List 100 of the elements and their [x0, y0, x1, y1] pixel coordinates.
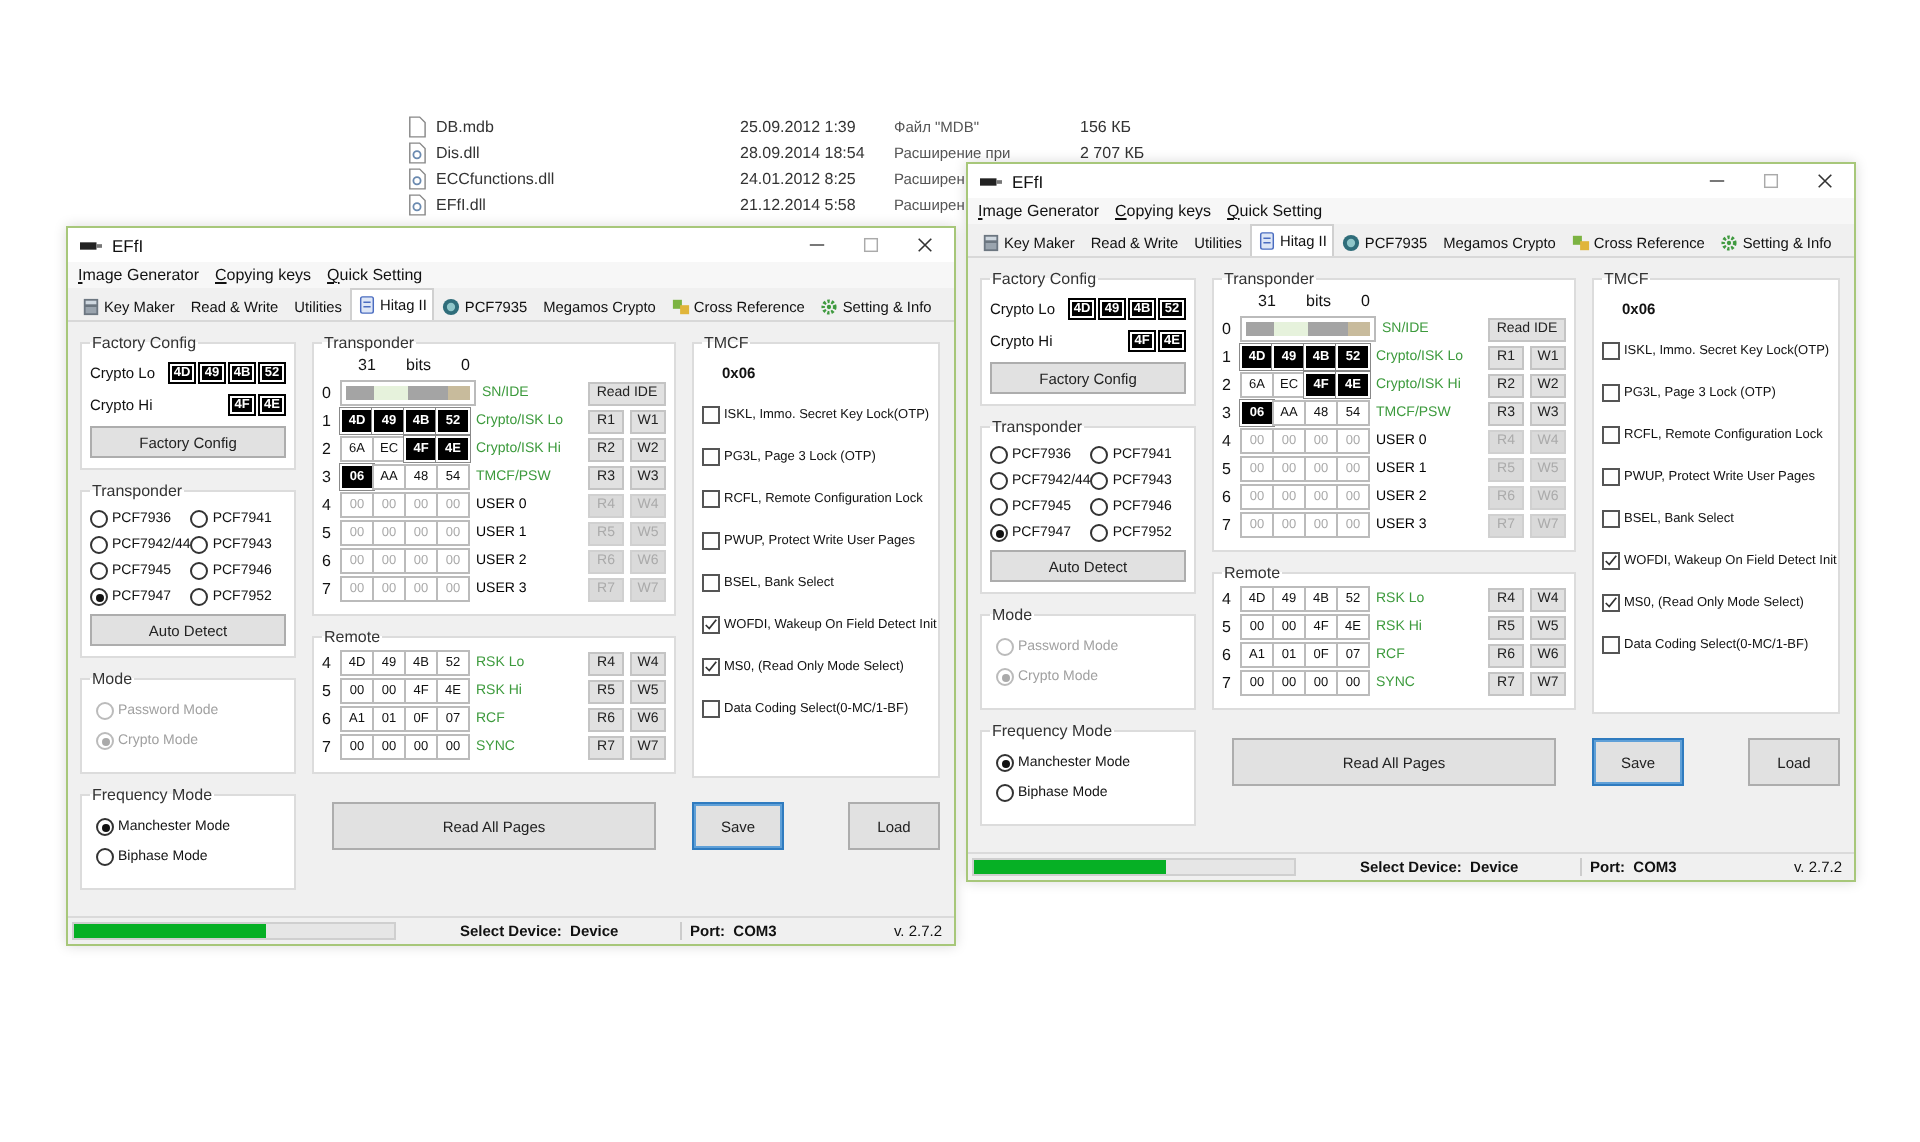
group-title: Mode — [90, 670, 135, 688]
radio-button[interactable] — [990, 498, 1008, 516]
gear-document-icon — [408, 168, 426, 190]
menu-item[interactable]: Quick Setting — [1227, 202, 1323, 220]
page-number: 5 — [1222, 460, 1233, 478]
group-title: Frequency Mode — [990, 722, 1115, 740]
radio-button[interactable] — [996, 754, 1014, 772]
menu-item[interactable]: Copying keys — [1115, 202, 1212, 220]
checkbox[interactable] — [1602, 426, 1620, 444]
group-title: Transponder — [1222, 270, 1317, 288]
page-number: 5 — [1222, 618, 1233, 636]
page-number: 0 — [1222, 320, 1233, 338]
page-number: 3 — [322, 468, 333, 486]
checkbox[interactable] — [702, 490, 720, 508]
radio-button[interactable] — [190, 562, 209, 580]
group-title: Remote — [1222, 564, 1283, 582]
page-number: 5 — [322, 524, 333, 542]
menu-item[interactable]: Quick Setting — [327, 266, 423, 284]
group-title: Frequency Mode — [90, 786, 215, 804]
app-icon — [80, 239, 102, 251]
group-title: Transponder — [90, 482, 185, 500]
gear-document-icon — [408, 194, 426, 216]
puzzle-icon — [1571, 234, 1590, 252]
checkbox[interactable] — [1602, 468, 1620, 486]
page-number: 1 — [1222, 348, 1233, 366]
checkbox[interactable] — [702, 700, 720, 718]
page-number: 7 — [322, 580, 333, 598]
gear-document-icon — [408, 142, 426, 164]
radio-button[interactable] — [990, 446, 1008, 464]
checkbox[interactable] — [702, 574, 720, 592]
group-title: TMCF — [1602, 270, 1651, 288]
bit-label: 31 — [1258, 292, 1276, 310]
file-date: 24.01.2012 8:25 — [740, 170, 856, 188]
page-number: 2 — [1222, 376, 1233, 394]
group-title: Transponder — [990, 418, 1085, 436]
group-title: TMCF — [702, 334, 751, 352]
checkbox[interactable] — [702, 616, 720, 634]
puzzle-icon — [671, 298, 690, 316]
card-icon — [357, 296, 376, 314]
page-number: 5 — [322, 682, 333, 700]
checkbox[interactable] — [702, 448, 720, 466]
menu-item[interactable]: Copying keys — [215, 266, 312, 284]
group-title: Factory Config — [90, 334, 199, 352]
radio-button[interactable] — [190, 588, 209, 606]
radio-button[interactable] — [96, 818, 114, 836]
page-number: 7 — [1222, 674, 1233, 692]
bit-label: 31 — [358, 356, 376, 374]
radio-button[interactable] — [1090, 446, 1109, 464]
checkbox[interactable] — [702, 532, 720, 550]
file-size: 2 707 КБ — [1080, 144, 1145, 162]
page-number: 0 — [322, 384, 333, 402]
page-number: 6 — [1222, 488, 1233, 506]
close-icon[interactable] — [916, 236, 934, 254]
file-name: Dis.dll — [436, 144, 480, 162]
radio-button[interactable] — [96, 848, 114, 866]
checkbox[interactable] — [1602, 552, 1620, 570]
gear-icon — [1720, 234, 1739, 252]
radio-button[interactable] — [1090, 524, 1109, 542]
window-title: EFfI — [112, 235, 144, 255]
bit-label: 0 — [1361, 292, 1370, 310]
calculator-icon — [82, 298, 100, 316]
page-number: 4 — [322, 496, 333, 514]
file-name: EFfI.dll — [436, 196, 486, 214]
radio-button[interactable] — [90, 536, 108, 554]
radio-button[interactable] — [190, 510, 209, 528]
file-date: 28.09.2014 18:54 — [740, 144, 865, 162]
radio-button[interactable] — [90, 588, 108, 606]
group-title: Remote — [322, 628, 383, 646]
calculator-icon — [982, 234, 1000, 252]
radio-button[interactable] — [1090, 498, 1109, 516]
bit-label: bits — [1306, 292, 1331, 310]
file-size: 156 КБ — [1080, 118, 1131, 136]
checkbox[interactable] — [1602, 342, 1620, 360]
masked-bytes-drawing — [340, 380, 476, 406]
checkbox[interactable] — [1602, 594, 1620, 612]
radio-button[interactable] — [90, 562, 108, 580]
checkbox[interactable] — [702, 406, 720, 424]
checkbox[interactable] — [1602, 510, 1620, 528]
close-icon[interactable] — [1816, 172, 1834, 190]
page-number: 6 — [1222, 646, 1233, 664]
bit-label: bits — [406, 356, 431, 374]
page-number: 4 — [322, 654, 333, 672]
checkbox[interactable] — [702, 658, 720, 676]
group-title: Factory Config — [990, 270, 1099, 288]
document-icon — [408, 116, 426, 138]
radio-button[interactable] — [90, 510, 108, 528]
radio-button[interactable] — [990, 472, 1008, 490]
menu-item[interactable]: Image Generator — [78, 266, 199, 284]
page-number: 7 — [322, 738, 333, 756]
disc-icon — [442, 298, 461, 316]
menu-item[interactable]: Image Generator — [978, 202, 1099, 220]
radio-button[interactable] — [1090, 472, 1109, 490]
radio-button[interactable] — [990, 524, 1008, 542]
checkbox[interactable] — [1602, 636, 1620, 654]
file-name: ECCfunctions.dll — [436, 170, 555, 188]
radio-button[interactable] — [190, 536, 209, 554]
checkbox[interactable] — [1602, 384, 1620, 402]
page-number: 7 — [1222, 516, 1233, 534]
radio-button[interactable] — [996, 784, 1014, 802]
page-number: 2 — [322, 440, 333, 458]
